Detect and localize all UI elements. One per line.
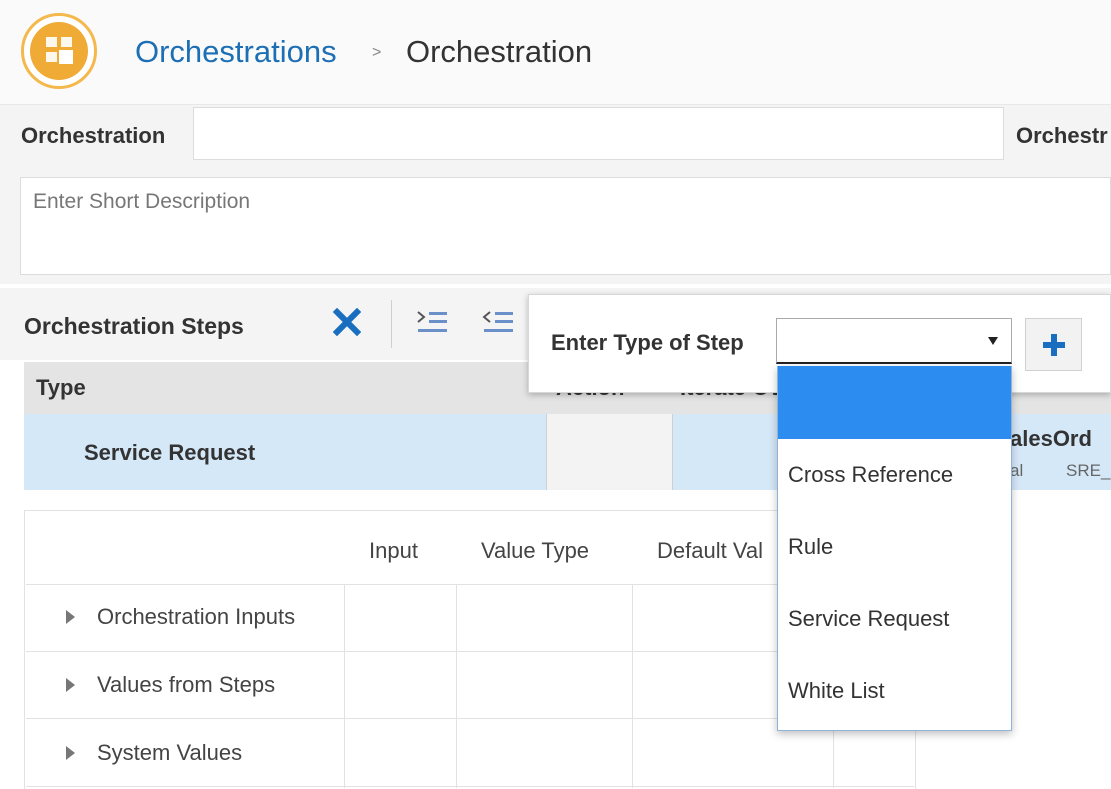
- dropdown-option-service-request[interactable]: Service Request: [778, 583, 1011, 655]
- tree-row-label: System Values: [97, 740, 243, 765]
- header-default-value: Default Val: [657, 538, 763, 563]
- delete-step-button[interactable]: [330, 305, 364, 339]
- tree-row-label: Orchestration Inputs: [97, 604, 296, 629]
- header-input: Input: [369, 538, 418, 563]
- breadcrumb-separator: >: [372, 44, 382, 61]
- dropdown-option-cross-reference[interactable]: Cross Reference: [778, 439, 1011, 511]
- table-divider: [26, 786, 914, 787]
- header-value-type: Value Type: [481, 538, 590, 563]
- step-type-dropdown: Cross Reference Rule Service Request Whi…: [777, 366, 1012, 731]
- dropdown-option-rule[interactable]: Rule: [778, 511, 1011, 583]
- orchestration-right-label: Orchestr: [1016, 123, 1108, 148]
- expand-triangle-icon[interactable]: [66, 610, 75, 624]
- dropdown-option-white-list[interactable]: White List: [778, 655, 1011, 727]
- orchestration-name-label: Orchestration: [21, 123, 166, 148]
- dropdown-option-empty[interactable]: [778, 366, 1011, 439]
- short-description-input[interactable]: Enter Short Description: [20, 177, 1111, 275]
- outdent-icon: [482, 311, 513, 332]
- step-type-cell: Service Request: [84, 440, 256, 465]
- caret-down-icon: [988, 337, 998, 345]
- tree-row-values-from-steps[interactable]: Values from Steps: [66, 672, 275, 698]
- orchestration-logo-icon: [21, 13, 97, 89]
- indent-icon: [417, 311, 447, 332]
- step-row-action-cell[interactable]: [546, 414, 673, 490]
- tree-row-label: Values from Steps: [97, 672, 276, 697]
- indent-button[interactable]: [414, 305, 450, 339]
- breadcrumb-orchestrations-link[interactable]: Orchestrations: [135, 34, 337, 70]
- add-step-button[interactable]: [1025, 318, 1082, 371]
- orchestration-name-input[interactable]: [193, 107, 1004, 160]
- expand-triangle-icon[interactable]: [66, 746, 75, 760]
- tree-row-system-values[interactable]: System Values: [66, 740, 242, 766]
- step-name-cell: alesOrd: [1010, 426, 1092, 451]
- column-header-type: Type: [36, 375, 86, 400]
- table-col-divider: [632, 585, 633, 788]
- toolbar-divider: [391, 300, 392, 348]
- table-col-divider: [456, 585, 457, 788]
- page-title: Orchestration: [406, 34, 593, 69]
- step-sub-id: SRE_: [1066, 461, 1111, 480]
- tree-row-orchestration-inputs[interactable]: Orchestration Inputs: [66, 604, 295, 630]
- plus-icon: [1042, 333, 1065, 356]
- outdent-button[interactable]: [480, 305, 516, 339]
- close-icon: [333, 308, 361, 336]
- step-type-select[interactable]: [776, 318, 1012, 364]
- step-type-label: Enter Type of Step: [551, 330, 744, 355]
- steps-title: Orchestration Steps: [24, 313, 244, 339]
- expand-triangle-icon[interactable]: [66, 678, 75, 692]
- table-col-divider: [344, 585, 345, 788]
